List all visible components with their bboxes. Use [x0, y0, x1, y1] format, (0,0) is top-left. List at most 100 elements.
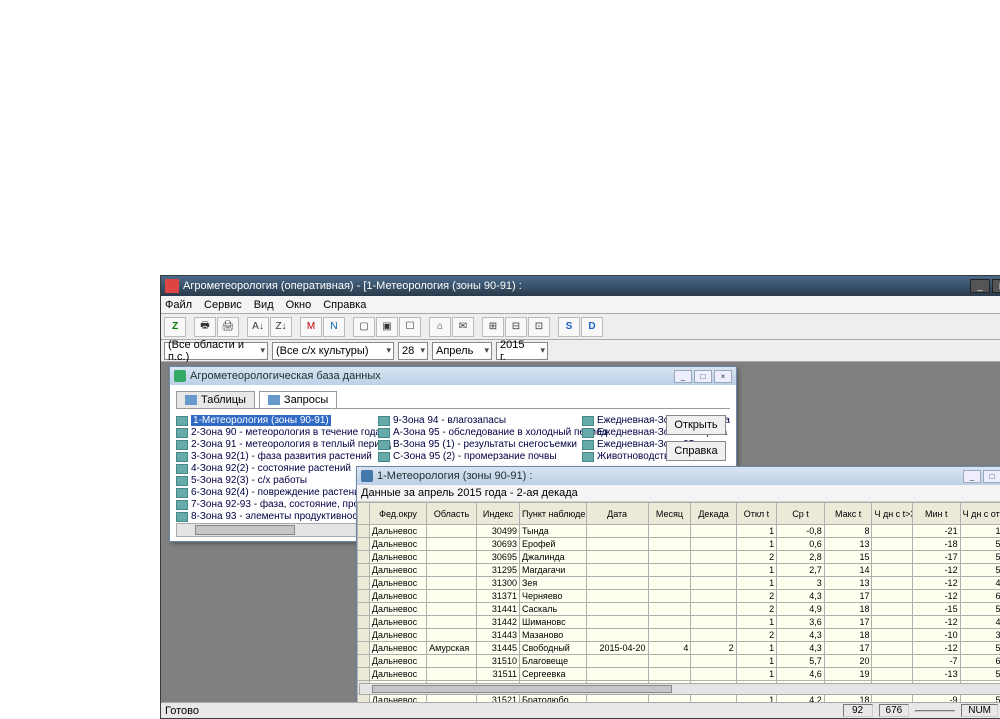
db-open-button[interactable]: Открыть: [666, 415, 726, 435]
filterbar: (Все области и п.с.) (Все с/х культуры) …: [161, 340, 1000, 362]
col-header[interactable]: Пункт наблюден: [519, 503, 586, 525]
col-header[interactable]: Область: [427, 503, 477, 525]
tool-9[interactable]: ✉: [452, 317, 474, 337]
minimize-button[interactable]: _: [970, 279, 990, 293]
db-max[interactable]: □: [694, 370, 712, 383]
table-row[interactable]: Дальневос31441Саскаль24,918-155: [358, 603, 1000, 616]
col-header[interactable]: Дата: [586, 503, 648, 525]
col-header[interactable]: Ср t: [777, 503, 825, 525]
statusbar: Готово 92 676 NUM: [161, 702, 1000, 718]
status-n2: 676: [879, 704, 910, 717]
grid-icon: [378, 452, 390, 462]
table-row[interactable]: ДальневосАмурская31445Свободный2015-04-2…: [358, 642, 1000, 655]
maximize-button[interactable]: □: [992, 279, 1000, 293]
tree-item[interactable]: В-Зона 95 (1) - результаты снегосъемки: [378, 439, 570, 450]
col-header[interactable]: Индекс: [477, 503, 520, 525]
tree-item[interactable]: 5-Зона 92(3) - с/х работы: [176, 475, 366, 486]
tool-sort-desc[interactable]: Z↓: [270, 317, 292, 337]
table-row[interactable]: Дальневос30499Тында1-0,88-211: [358, 525, 1000, 538]
tool-d[interactable]: D: [581, 317, 603, 337]
date-day[interactable]: 28: [398, 342, 428, 360]
tbl-min[interactable]: _: [963, 470, 981, 483]
col-header[interactable]: Мин t: [912, 503, 960, 525]
table-row[interactable]: Дальневос31510Благовеще15,720-76: [358, 655, 1000, 668]
table-row[interactable]: Дальневос30695Джалинда22,815-175: [358, 551, 1000, 564]
tool-sort-asc[interactable]: A↓: [247, 317, 269, 337]
mdi-area: Агрометеорологическая база данных _ □ × …: [161, 362, 1000, 702]
grid-icon: [176, 440, 188, 450]
tree-item[interactable]: 6-Зона 92(4) - повреждение растений: [176, 487, 366, 498]
table-row[interactable]: Дальневос31443Мазаново24,318-103: [358, 629, 1000, 642]
tool-8[interactable]: ⌂: [429, 317, 451, 337]
combo-region[interactable]: (Все области и п.с.): [164, 342, 268, 360]
combo-culture[interactable]: (Все с/х культуры): [272, 342, 394, 360]
tool-zz[interactable]: Z: [164, 317, 186, 337]
table-row[interactable]: Дальневос30693Ерофей10,613-185: [358, 538, 1000, 551]
col-header[interactable]: Фед.окру: [369, 503, 426, 525]
tree-item[interactable]: 2-Зона 90 - метеорология в течение года: [176, 427, 366, 438]
tool-nm[interactable]: N: [323, 317, 345, 337]
db-title: Агрометеорологическая база данных: [190, 370, 381, 382]
grid-icon: [176, 500, 188, 510]
date-year[interactable]: 2015 г.: [496, 342, 548, 360]
table-row[interactable]: Дальневос31511Сергеевка14,619-135: [358, 668, 1000, 681]
table-icon: [361, 470, 373, 482]
tab-queries[interactable]: Запросы: [259, 391, 337, 408]
tree-item[interactable]: 2-Зона 91 - метеорология в теплый период: [176, 439, 366, 450]
tree-item[interactable]: А-Зона 95 - обследование в холодный пери…: [378, 427, 570, 438]
tool-s[interactable]: S: [558, 317, 580, 337]
tool-printer[interactable]: 🖨: [217, 317, 239, 337]
table-title: 1-Метеорология (зоны 90-91) :: [377, 470, 532, 482]
db-min[interactable]: _: [674, 370, 692, 383]
tool-10[interactable]: ⊞: [482, 317, 504, 337]
table-window-header[interactable]: 1-Метеорология (зоны 90-91) : _ □ ×: [357, 467, 1000, 485]
status-n1: 92: [843, 704, 873, 717]
col-header[interactable]: Месяц: [648, 503, 691, 525]
table-window: 1-Метеорология (зоны 90-91) : _ □ × Данн…: [356, 466, 1000, 698]
tool-print[interactable]: 🖶: [194, 317, 216, 337]
date-month[interactable]: Апрель: [432, 342, 492, 360]
tree-item[interactable]: 3-Зона 92(1) - фаза развития растений: [176, 451, 366, 462]
col-header[interactable]: Макс t: [824, 503, 872, 525]
grid-icon: [176, 476, 188, 486]
data-grid[interactable]: Фед.окруОбластьИндексПункт наблюденДатаМ…: [357, 502, 1000, 702]
tab-tables[interactable]: Таблицы: [176, 391, 255, 408]
menu-window[interactable]: Окно: [286, 299, 312, 311]
menu-help[interactable]: Справка: [323, 299, 366, 311]
tbl-hscroll-thumb[interactable]: [372, 685, 672, 693]
table-row[interactable]: Дальневос31371Черняево24,317-126: [358, 590, 1000, 603]
menu-view[interactable]: Вид: [254, 299, 274, 311]
table-row[interactable]: Дальневос31442Шимановс13,617-124: [358, 616, 1000, 629]
col-header[interactable]: Декада: [691, 503, 736, 525]
db-hscroll-thumb[interactable]: [195, 525, 295, 535]
tree-item[interactable]: 7-Зона 92-93 - фаза, состояние, продукти…: [176, 499, 366, 510]
tbl-max[interactable]: □: [983, 470, 1000, 483]
tree-item[interactable]: 9-Зона 94 - влагозапасы: [378, 415, 570, 426]
db-help-button[interactable]: Справка: [666, 441, 726, 461]
tree-item[interactable]: С-Зона 95 (2) - промерзание почвы: [378, 451, 570, 462]
col-header[interactable]: Откл t: [736, 503, 776, 525]
tool-11[interactable]: ⊟: [505, 317, 527, 337]
grid-icon: [378, 440, 390, 450]
grid-icon: [378, 428, 390, 438]
status-ready: Готово: [165, 705, 199, 717]
menubar: Файл Сервис Вид Окно Справка: [161, 296, 1000, 314]
menu-file[interactable]: Файл: [165, 299, 192, 311]
table-row[interactable]: Дальневос31300Зея1313-124: [358, 577, 1000, 590]
tree-item[interactable]: 8-Зона 93 - элементы продуктивности: [176, 511, 366, 522]
tree-item[interactable]: 1-Метеорология (зоны 90-91): [176, 415, 366, 426]
col-header[interactable]: Ч дн с отн вл <30%: [960, 503, 1000, 525]
tool-5[interactable]: ▢: [353, 317, 375, 337]
tbl-hscroll[interactable]: [359, 683, 1000, 695]
tool-7[interactable]: ☐: [399, 317, 421, 337]
tree-item[interactable]: 4-Зона 92(2) - состояние растений: [176, 463, 366, 474]
db-close[interactable]: ×: [714, 370, 732, 383]
menu-service[interactable]: Сервис: [204, 299, 242, 311]
tool-mc[interactable]: M: [300, 317, 322, 337]
tool-12[interactable]: ⊡: [528, 317, 550, 337]
db-window-header[interactable]: Агрометеорологическая база данных _ □ ×: [170, 367, 736, 385]
col-header[interactable]: Ч дн с t>30: [872, 503, 912, 525]
tool-6[interactable]: ▣: [376, 317, 398, 337]
table-row[interactable]: Дальневос31295Магдагачи12,714-125: [358, 564, 1000, 577]
grid-icon: [176, 464, 188, 474]
